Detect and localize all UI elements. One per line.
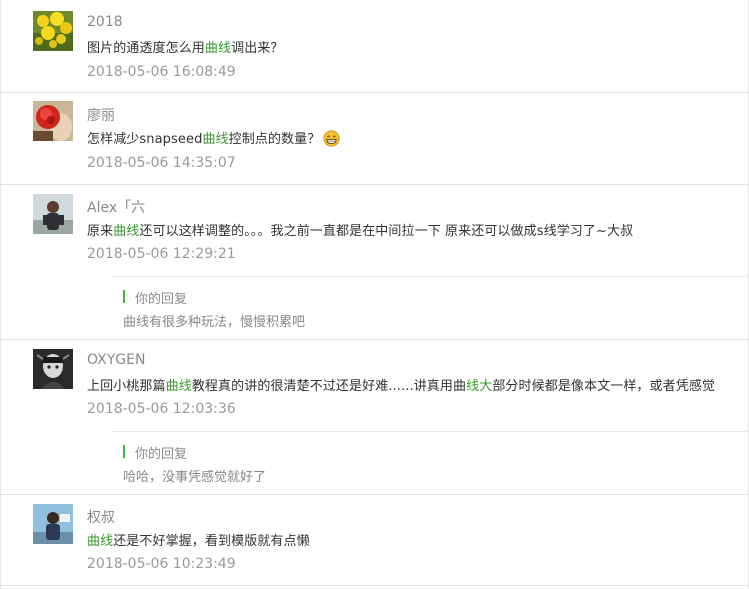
reply-marker — [123, 290, 125, 303]
person-blue-avatar[interactable] — [33, 504, 73, 544]
comment-content: 曲线还是不好掌握，看到模版就有点懒 — [87, 534, 310, 549]
reply-marker — [123, 445, 125, 458]
comment-time: 2018-05-06 12:03:36 — [87, 401, 236, 417]
comment-nickname: 2018 — [87, 14, 123, 30]
comment-content: 怎样减少snapseed曲线控制点的数量？ — [87, 128, 340, 147]
comment-content: 上回小桃那篇曲线教程真的讲的很清楚不过还是好难......讲真用曲线大部分时候都… — [87, 379, 716, 394]
comment-nickname: 廖丽 — [87, 108, 115, 124]
reply-label: 你的回复 — [135, 447, 188, 462]
comment-nickname: 权叔 — [87, 510, 115, 526]
comment-list: 2018 图片的通透度怎么用曲线调出来？ 2018-05-06 16:08:49… — [0, 0, 749, 589]
comment-time: 2018-05-06 14:35:07 — [87, 155, 236, 171]
comment-nickname: Alex「六 — [87, 200, 146, 216]
reply-divider — [111, 276, 749, 277]
comment-content: 原来曲线还可以这样调整的。。。我之前一直都是在中间拉一下 原来还可以做成s线学习… — [87, 224, 634, 239]
divider — [1, 184, 749, 185]
comment-content: 图片的通透度怎么用曲线调出来？ — [87, 41, 284, 56]
reply-text: 曲线有很多种玩法，慢慢积累吧 — [123, 315, 306, 330]
red-flower-avatar[interactable] — [33, 101, 73, 141]
comment-time: 2018-05-06 12:29:21 — [87, 246, 236, 262]
divider — [1, 585, 749, 586]
reply-label: 你的回复 — [135, 292, 188, 307]
dark-portrait-avatar[interactable] — [33, 349, 73, 389]
divider — [1, 92, 749, 93]
divider — [1, 339, 749, 340]
person-outdoor-avatar[interactable] — [33, 194, 73, 234]
comment-time: 2018-05-06 16:08:49 — [87, 64, 236, 80]
yellow-flower-avatar[interactable] — [33, 11, 73, 51]
reply-text: 哈哈，没事凭感觉就好了 — [123, 470, 267, 485]
comment-nickname: OXYGEN — [87, 352, 146, 368]
reply-divider — [111, 431, 749, 432]
grinning-emoji-icon — [323, 130, 340, 147]
comment-time: 2018-05-06 10:23:49 — [87, 556, 236, 572]
divider — [1, 494, 749, 495]
